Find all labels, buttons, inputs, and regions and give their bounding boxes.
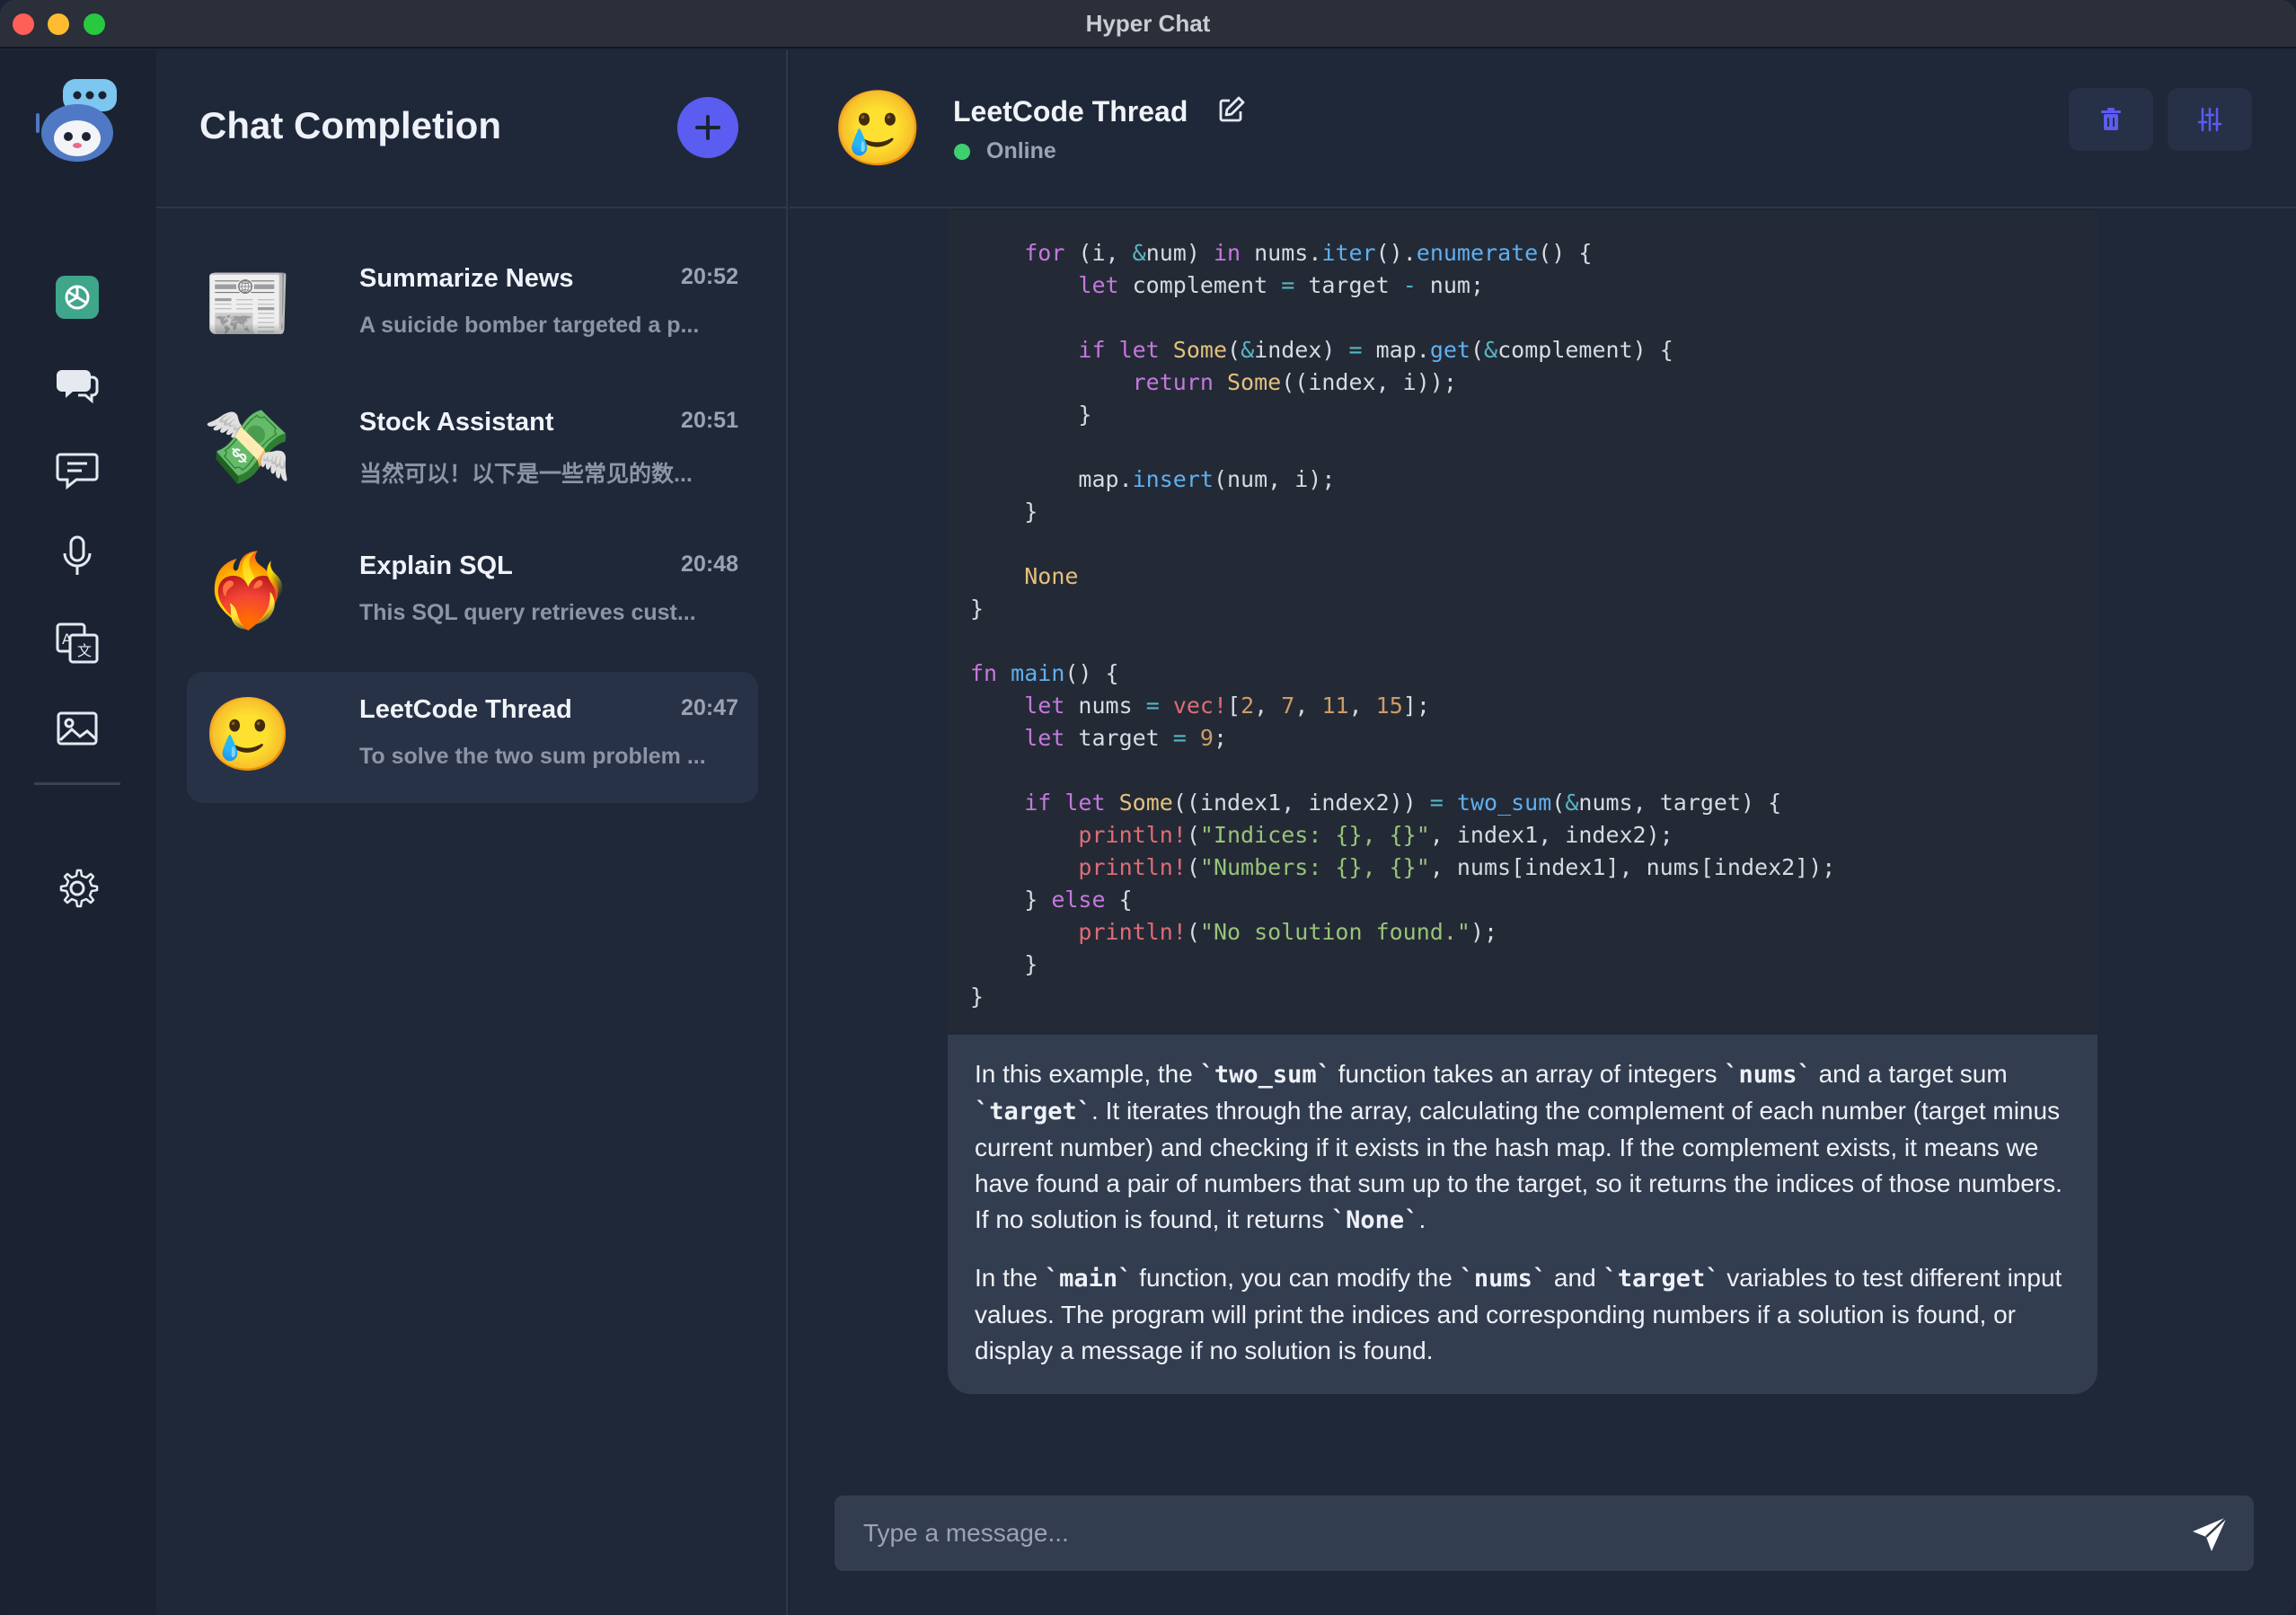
message-text: .	[1418, 1205, 1426, 1233]
window-title: Hyper Chat	[1085, 10, 1211, 37]
edit-title-button[interactable]	[1215, 93, 1248, 126]
new-chat-button[interactable]	[677, 97, 738, 158]
svg-text:文: 文	[77, 642, 92, 659]
rust-code: for (i, &num) in nums.iter().enumerate()…	[970, 240, 1836, 1010]
inline-code: `main`	[1044, 1265, 1133, 1293]
chat-name: Stock Assistant	[359, 408, 554, 437]
image-icon	[57, 711, 98, 746]
translate-nav-button[interactable]: A 文	[51, 616, 103, 668]
inline-code: `target`	[975, 1098, 1092, 1125]
trash-icon	[2101, 108, 2121, 130]
gear-icon	[59, 869, 99, 908]
chat-time: 20:52	[681, 264, 738, 289]
app-logo-icon	[32, 77, 122, 163]
plus-icon	[695, 115, 720, 140]
title-bar: Hyper Chat	[0, 0, 2296, 49]
sliders-icon	[2197, 107, 2222, 132]
image-nav-button[interactable]	[51, 702, 103, 755]
inline-code: `nums`	[1724, 1061, 1812, 1089]
chat-preview: To solve the two sum problem ...	[359, 744, 706, 769]
openai-icon	[56, 276, 99, 319]
message-text: and a target sum	[1811, 1060, 2008, 1088]
conversation-title: LeetCode Thread	[953, 95, 1188, 128]
settings-nav-button[interactable]	[51, 862, 103, 914]
message-nav-button[interactable]	[51, 444, 103, 496]
microphone-icon	[63, 535, 92, 575]
svg-text:A: A	[62, 631, 72, 648]
chat-list-item[interactable]: ❤️‍🔥 Explain SQL 20:48 This SQL query re…	[187, 523, 758, 654]
chat-name: Explain SQL	[359, 552, 513, 580]
message-text: In this example, the	[975, 1060, 1200, 1088]
translate-icon: A 文	[56, 622, 99, 664]
message-icon	[56, 453, 99, 490]
nav-divider	[34, 782, 120, 785]
chat-time: 20:48	[681, 552, 738, 577]
chat-preview: This SQL query retrieves cust...	[359, 600, 696, 625]
app-window: Hyper Chat A 文 Chat Completion 📰 Summari…	[0, 0, 2296, 1615]
inline-code: `two_sum`	[1199, 1061, 1331, 1089]
chat-list-panel: Chat Completion 📰 Summarize News 20:52 A…	[156, 50, 788, 1615]
message-paragraph: In the `main` function, you can modify t…	[975, 1260, 2071, 1369]
inline-code: `target`	[1603, 1265, 1720, 1293]
chat-preview: A suicide bomber targeted a p...	[359, 313, 700, 338]
chat-list-item-active[interactable]: 🥲 LeetCode Thread 20:47 To solve the two…	[187, 672, 758, 803]
chat-list-title: Chat Completion	[199, 104, 501, 146]
message-text: and	[1547, 1264, 1603, 1292]
online-status: Online	[986, 138, 1056, 163]
chat-settings-button[interactable]	[2168, 88, 2252, 151]
send-button[interactable]	[2189, 1514, 2230, 1555]
message-composer	[835, 1496, 2254, 1571]
chat-list-item[interactable]: 💸 Stock Assistant 20:51 当然可以！以下是一些常见的数..…	[187, 379, 758, 510]
chat-bubbles-icon	[57, 370, 99, 404]
face-holding-back-tears-icon: 🥲	[203, 694, 293, 774]
message-text: In the	[975, 1264, 1045, 1292]
chat-name: LeetCode Thread	[359, 695, 572, 724]
chat-avatar: 🥲	[831, 88, 924, 170]
inline-code: `nums`	[1459, 1265, 1548, 1293]
nav-rail: A 文	[0, 50, 156, 1615]
inline-code: `None`	[1330, 1206, 1419, 1234]
chat-list-item[interactable]: 📰 Summarize News 20:52 A suicide bomber …	[187, 235, 758, 366]
message-text: . It iterates through the array, calcula…	[975, 1097, 2062, 1233]
voice-nav-button[interactable]	[51, 530, 103, 582]
heart-on-fire-icon: ❤️‍🔥	[203, 551, 293, 631]
chat-preview: 当然可以！以下是一些常见的数...	[359, 462, 693, 487]
chat-name: Summarize News	[359, 264, 574, 293]
newspaper-icon: 📰	[203, 263, 293, 343]
message-list: for (i, &num) in nums.iter().enumerate()…	[790, 210, 2296, 1486]
assistant-message: In this example, the `two_sum` function …	[948, 1035, 2097, 1394]
online-status-dot	[954, 144, 970, 160]
message-input[interactable]	[863, 1496, 2121, 1571]
message-text: function, you can modify the	[1132, 1264, 1460, 1292]
message-text: function takes an array of integers	[1330, 1060, 1725, 1088]
message-paragraph: In this example, the `two_sum` function …	[975, 1056, 2071, 1239]
conversation-header: 🥲 LeetCode Thread Online	[790, 50, 2296, 208]
money-with-wings-icon: 💸	[203, 407, 293, 487]
conversation-panel: 🥲 LeetCode Thread Online for (i, &num) i…	[790, 50, 2296, 1615]
chat-list-header: Chat Completion	[156, 50, 788, 208]
code-block: for (i, &num) in nums.iter().enumerate()…	[948, 210, 2097, 1035]
delete-chat-button[interactable]	[2069, 88, 2153, 151]
chat-time: 20:51	[681, 408, 738, 433]
edit-icon	[1219, 96, 1245, 122]
chatgpt-nav-button[interactable]	[51, 271, 103, 323]
chats-nav-button[interactable]	[51, 357, 103, 410]
chat-time: 20:47	[681, 695, 738, 720]
send-icon	[2193, 1516, 2228, 1551]
